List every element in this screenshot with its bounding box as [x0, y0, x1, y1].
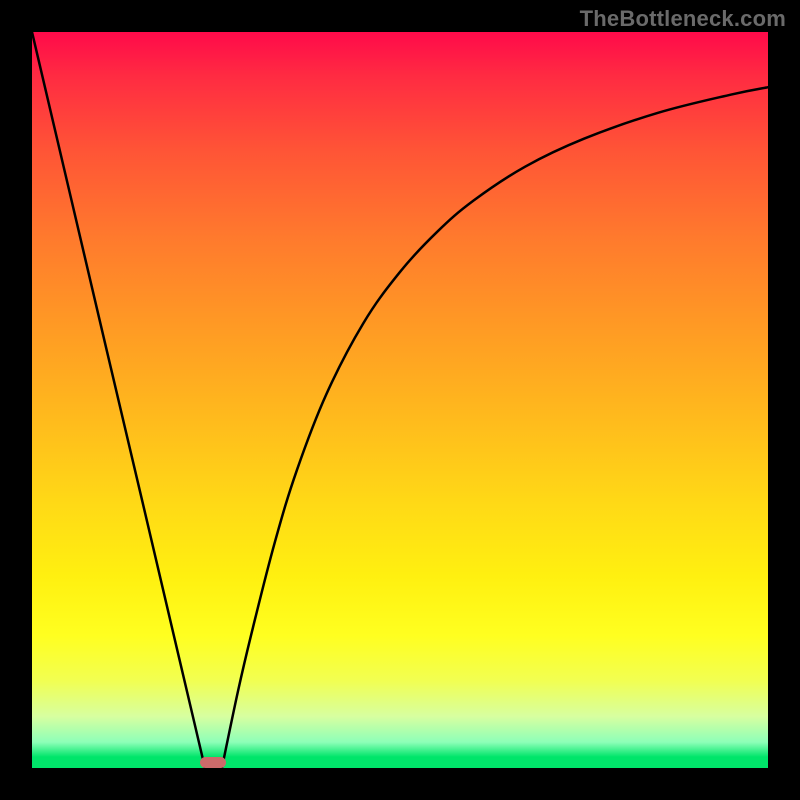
bottleneck-curve [32, 32, 768, 768]
watermark-text: TheBottleneck.com [580, 6, 786, 32]
curve-left-branch [32, 32, 205, 768]
bottleneck-marker [200, 757, 227, 768]
curve-right-branch [222, 87, 768, 768]
plot-area [32, 32, 768, 768]
chart-frame: TheBottleneck.com [0, 0, 800, 800]
